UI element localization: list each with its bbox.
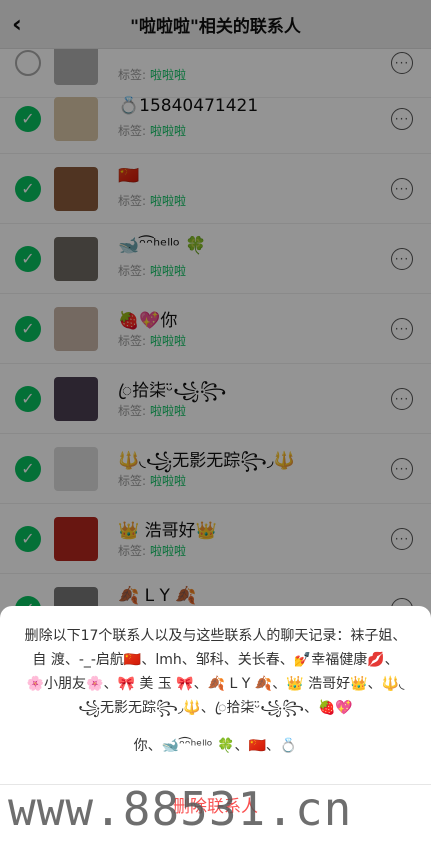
delete-message-line-2: 你、🐋ᵔ͡ᵔʰᵉˡˡᵒ 🍀、🇨🇳、💍 — [133, 738, 298, 754]
watermark: www.88531.cn — [8, 782, 353, 836]
delete-message: 删除以下17个联系人以及与这些联系人的聊天记录：袜子姐、自 渡、-_-启航🇨🇳、… — [24, 624, 407, 758]
delete-message-line-1: 删除以下17个联系人以及与这些联系人的聊天记录：袜子姐、自 渡、-_-启航🇨🇳、… — [24, 628, 407, 716]
